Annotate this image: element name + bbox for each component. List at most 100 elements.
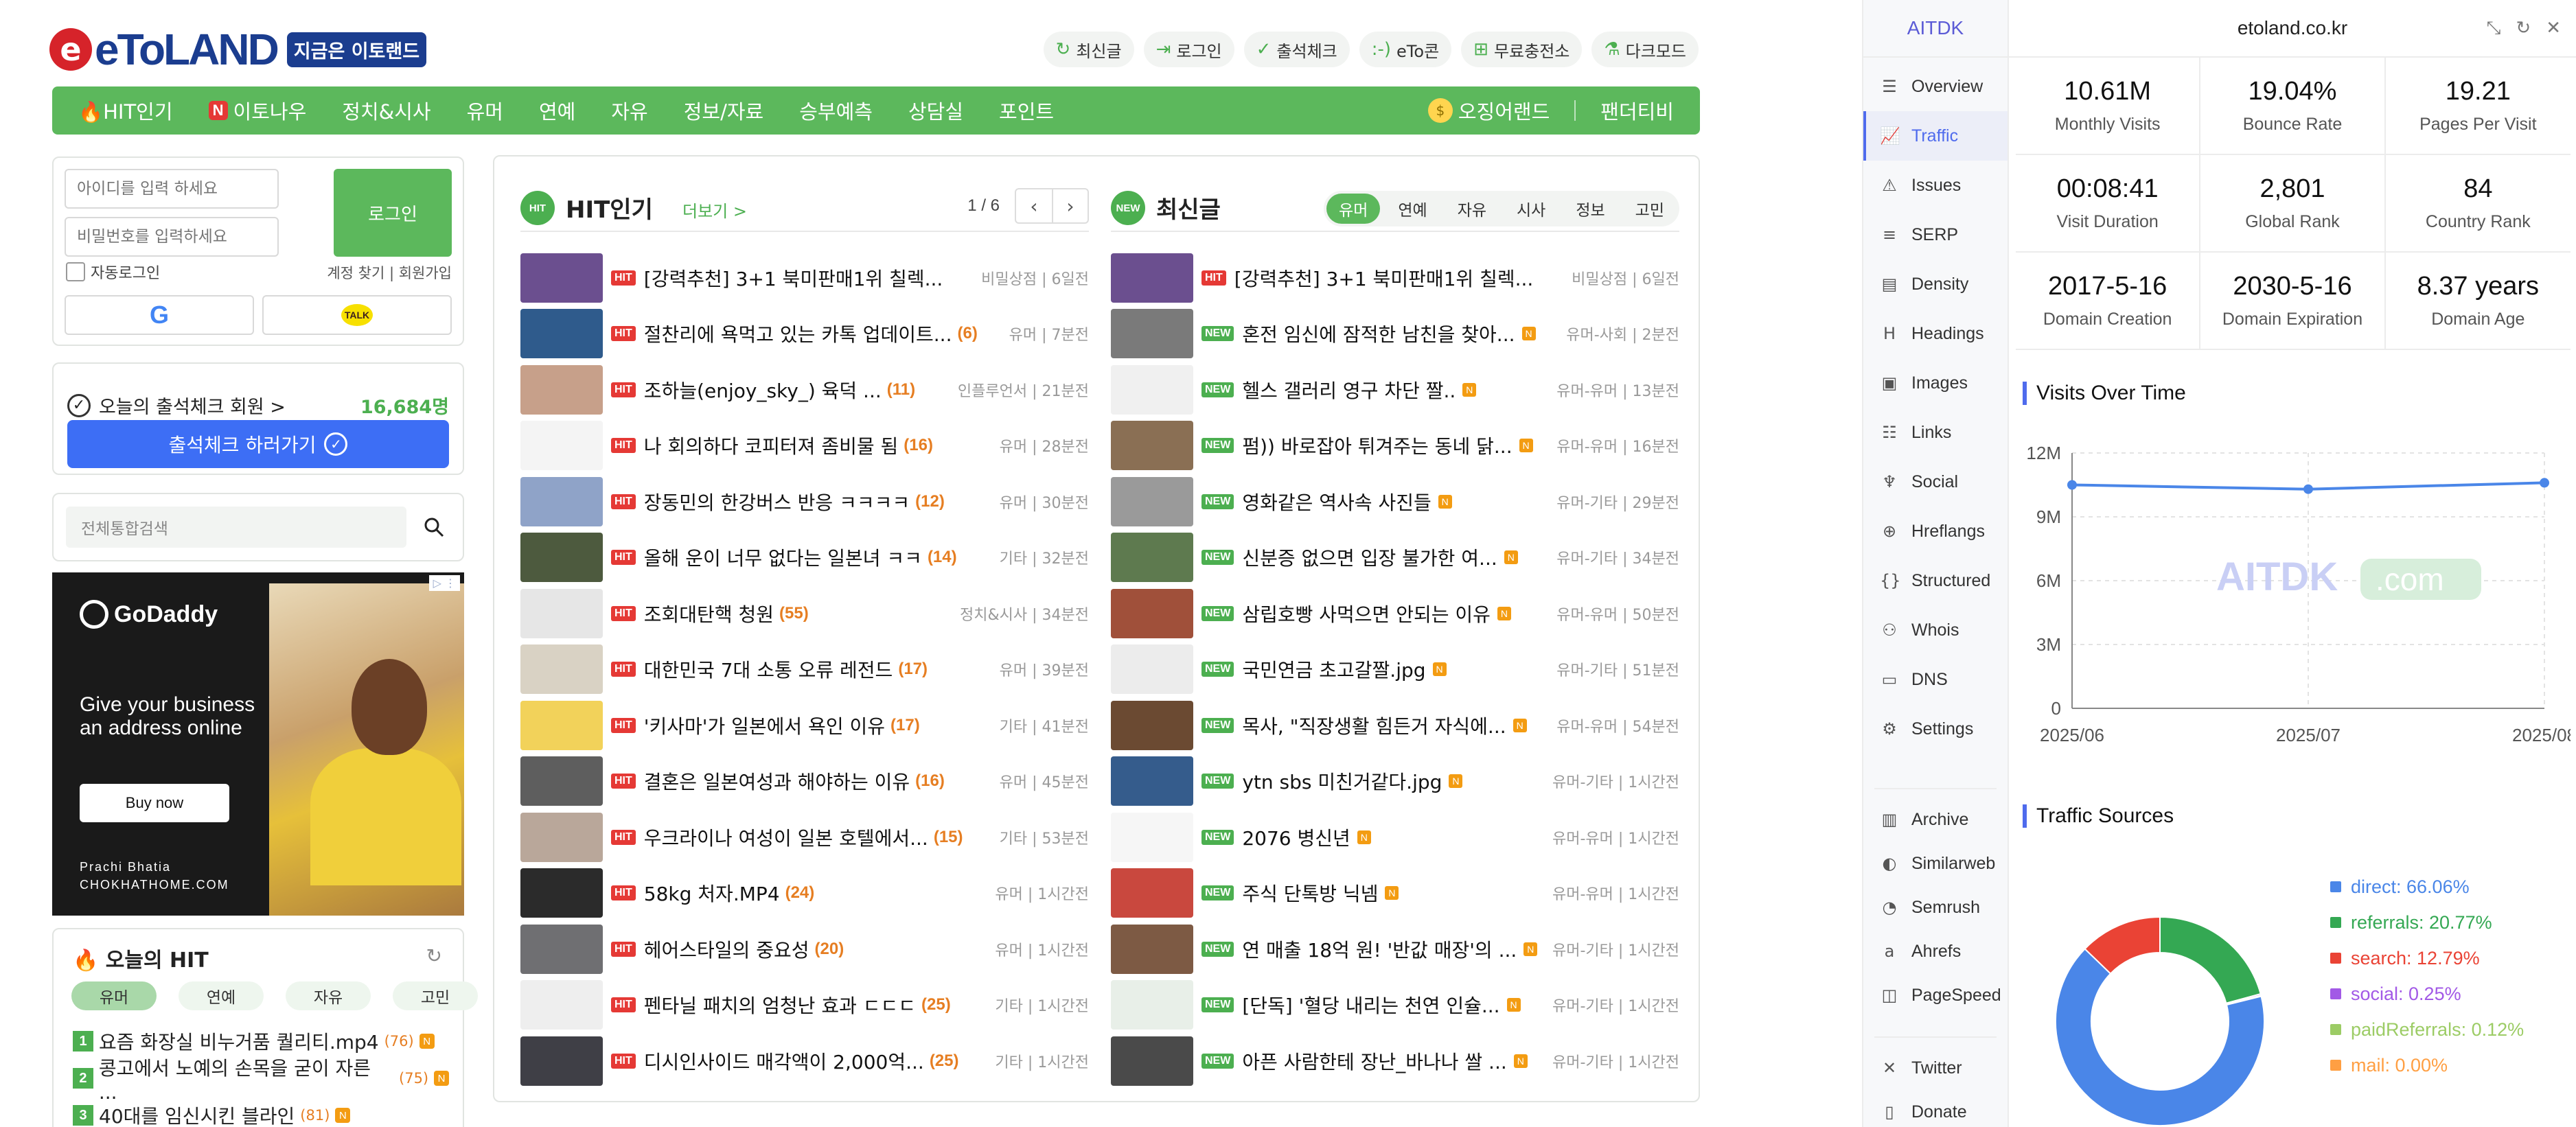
post-row[interactable]: HIT 디시인사이드 매각액이 2,000억... (25) 기타 | 1시간전 <box>520 1033 1089 1089</box>
post-row[interactable]: HIT 조회대탄핵 청원 (55) 정치&시사 | 34분전 <box>520 585 1089 642</box>
hit-more-link[interactable]: 더보기 > <box>682 198 747 222</box>
refresh-icon[interactable]: ↻ <box>426 944 442 967</box>
legend-item-search[interactable]: search: 12.79% <box>2330 940 2524 976</box>
legend-item-mail[interactable]: mail: 0.00% <box>2330 1047 2524 1083</box>
toplink-3[interactable]: :-) eTo콘 <box>1359 32 1452 67</box>
nav-item-4[interactable]: 연예 <box>539 96 575 125</box>
post-row[interactable]: HIT 헤어스타일의 중요성 (20) 유머 | 1시간전 <box>520 921 1089 977</box>
aitdk-menu-serp[interactable]: ≡ SERP <box>1863 210 2008 259</box>
nav-item-6[interactable]: 정보/자료 <box>684 96 764 125</box>
find-account-link[interactable]: 계정 찾기 | 회원가입 <box>327 262 452 283</box>
aitdk-menu-whois[interactable]: ⚇ Whois <box>1863 605 2008 655</box>
latest-tab-2[interactable]: 자유 <box>1445 194 1499 224</box>
aitdk-menu-ahrefs[interactable]: a Ahrefs <box>1863 929 2008 973</box>
site-logo[interactable]: e eToLAND 지금은 이토랜드 <box>49 25 427 74</box>
collapse-icon[interactable]: ⤡ <box>2487 18 2501 39</box>
post-row[interactable]: NEW 아픈 사람한테 장난_바나나 쌀 ... N 유머-기타 | 1시간전 <box>1111 1033 1679 1089</box>
latest-tab-5[interactable]: 고민 <box>1623 194 1677 224</box>
aitdk-menu-donate[interactable]: ▯ Donate <box>1863 1090 2008 1127</box>
nav-item-8[interactable]: 상담실 <box>908 96 963 125</box>
visits-point[interactable] <box>2303 484 2313 494</box>
login-button[interactable]: 로그인 <box>334 169 452 257</box>
aitdk-menu-traffic[interactable]: 📈 Traffic <box>1863 111 2008 161</box>
aitdk-menu-headings[interactable]: H Headings <box>1863 309 2008 358</box>
auto-login-checkbox[interactable]: 자동로그인 <box>66 261 160 283</box>
post-row[interactable]: HIT 우크라이나 여성이 일본 호텔에서... (15) 기타 | 53분전 <box>520 809 1089 865</box>
chevron-right-icon[interactable]: › <box>1052 189 1088 222</box>
post-row[interactable]: HIT 올해 운이 너무 없다는 일본녀 ㅋㅋ (14) 기타 | 32분전 <box>520 530 1089 586</box>
latest-tab-3[interactable]: 시사 <box>1504 194 1558 224</box>
toplink-4[interactable]: ⊞ 무료충전소 <box>1461 32 1583 67</box>
today-hit-item[interactable]: 2 콩고에서 노예의 손목을 굳이 자른 ... (75) N <box>73 1057 449 1104</box>
aitdk-menu-archive[interactable]: ▥ Archive <box>1863 798 2008 841</box>
aitdk-menu-issues[interactable]: ⚠ Issues <box>1863 161 2008 210</box>
aitdk-menu-similarweb[interactable]: ◐ Similarweb <box>1863 841 2008 885</box>
post-row[interactable]: NEW 신분증 없으면 입장 불가한 여... N 유머-기타 | 34분전 <box>1111 530 1679 586</box>
post-row[interactable]: HIT 결혼은 일본여성과 해야하는 이유 (16) 유머 | 45분전 <box>520 754 1089 810</box>
toplink-0[interactable]: ↻ 최신글 <box>1043 32 1134 67</box>
legend-item-direct[interactable]: direct: 66.06% <box>2330 869 2524 905</box>
reload-icon[interactable]: ↻ <box>2516 18 2531 39</box>
post-row[interactable]: NEW 펌)) 바로잡아 튀겨주는 동네 닭... N 유머-유머 | 16분전 <box>1111 418 1679 474</box>
post-row[interactable]: NEW 혼전 임신에 잠적한 남친을 찾아... N 유머-사회 | 2분전 <box>1111 306 1679 362</box>
post-row[interactable]: NEW 영화같은 역사속 사진들 N 유머-기타 | 29분전 <box>1111 474 1679 530</box>
post-row[interactable]: HIT '키사마'가 일본에서 욕인 이유 (17) 기타 | 41분전 <box>520 697 1089 754</box>
password-input[interactable] <box>65 217 279 257</box>
post-row[interactable]: NEW 연 매출 18억 원! '반값 매장'의 ... N 유머-기타 | 1시간전 <box>1111 921 1679 977</box>
aitdk-menu-overview[interactable]: ☰ Overview <box>1863 62 2008 111</box>
aitdk-menu-dns[interactable]: ▭ DNS <box>1863 655 2008 704</box>
aitdk-menu-settings[interactable]: ⚙ Settings <box>1863 704 2008 754</box>
ad-choices-icon[interactable]: ▷ ⋮ <box>428 575 460 591</box>
godaddy-ad[interactable]: GoDaddy Give your business an address onl… <box>52 572 464 916</box>
attendance-button[interactable]: 출석체크 하러가기 ✓ <box>67 420 449 468</box>
ad-buy-button[interactable]: Buy now <box>80 784 229 822</box>
toplink-5[interactable]: ⚗ 다크모드 <box>1591 32 1699 67</box>
nav-item-2[interactable]: 정치&시사 <box>342 96 430 125</box>
latest-tab-4[interactable]: 정보 <box>1563 194 1617 224</box>
latest-tab-0[interactable]: 유머 <box>1326 194 1381 224</box>
post-row[interactable]: HIT 절찬리에 욕먹고 있는 카톡 업데이트... (6) 유머 | 7분전 <box>520 306 1089 362</box>
post-row[interactable]: HIT 58kg 처자.MP4 (24) 유머 | 1시간전 <box>520 865 1089 922</box>
nav-item-9[interactable]: 포인트 <box>999 96 1054 125</box>
post-row[interactable]: HIT 조하늘(enjoy_sky_) 육덕 ... (11) 인플루언서 | 21분… <box>520 362 1089 418</box>
post-row[interactable]: NEW 국민연금 초고갈짤.jpg N 유머-기타 | 51분전 <box>1111 642 1679 698</box>
post-row[interactable]: HIT 펜타닐 패치의 엄청난 효과 ㄷㄷㄷ (25) 기타 | 1시간전 <box>520 977 1089 1034</box>
visits-point[interactable] <box>2540 478 2549 488</box>
nav-item-7[interactable]: 승부예측 <box>799 96 873 125</box>
post-row[interactable]: NEW 2076 병신년 N 유머-유머 | 1시간전 <box>1111 809 1679 865</box>
close-icon[interactable]: ✕ <box>2546 18 2561 39</box>
search-icon[interactable] <box>423 516 445 538</box>
slice-referrals[interactable] <box>2159 916 2262 1004</box>
post-row[interactable]: HIT 장동민의 한강버스 반응 ㅋㅋㅋㅋ (12) 유머 | 30분전 <box>520 474 1089 530</box>
site-search-input[interactable]: 전체통합검색 <box>66 507 406 548</box>
legend-item-social[interactable]: social: 0.25% <box>2330 976 2524 1012</box>
aitdk-menu-social[interactable]: ♆ Social <box>1863 457 2008 507</box>
aitdk-menu-links[interactable]: ☷ Links <box>1863 408 2008 457</box>
legend-item-referrals[interactable]: referrals: 20.77% <box>2330 905 2524 940</box>
post-row[interactable]: HIT 대한민국 7대 소통 오류 레전드 (17) 유머 | 39분전 <box>520 642 1089 698</box>
toplink-1[interactable]: ⇥ 로그인 <box>1143 32 1234 67</box>
post-row[interactable]: HIT [강력추천] 3+1 북미판매1위 칠렉... 비밀상점 | 6일전 <box>520 250 1089 306</box>
post-row[interactable]: NEW 주식 단톡방 닉넴 N 유머-유머 | 1시간전 <box>1111 865 1679 922</box>
today-hit-tab-1[interactable]: 연예 <box>179 981 264 1010</box>
nav-item-0[interactable]: 🔥HIT인기 <box>78 96 173 125</box>
kakao-login-button[interactable]: TALK <box>262 295 452 335</box>
google-login-button[interactable]: G <box>65 295 254 335</box>
attendance-label[interactable]: ✓ 오늘의 출석체크 회원 > <box>67 392 286 419</box>
aitdk-menu-images[interactable]: ▣ Images <box>1863 358 2008 408</box>
post-row[interactable]: NEW [단독] '혈당 내리는 천연 인슐... N 유머-기타 | 1시간전 <box>1111 977 1679 1034</box>
post-row[interactable]: NEW 목사, "직장생활 힘든거 자식에... N 유머-유머 | 54분전 <box>1111 697 1679 754</box>
visits-point[interactable] <box>2067 480 2077 490</box>
today-hit-tab-2[interactable]: 자유 <box>286 981 371 1010</box>
nav-item-5[interactable]: 자유 <box>611 96 647 125</box>
nav-item-1[interactable]: N 이토나우 <box>208 96 306 125</box>
post-row[interactable]: NEW 삼립호빵 사먹으면 안되는 이유 N 유머-유머 | 50분전 <box>1111 585 1679 642</box>
aitdk-menu-semrush[interactable]: ◔ Semrush <box>1863 885 2008 929</box>
nav-item-3[interactable]: 유머 <box>467 96 503 125</box>
aitdk-menu-density[interactable]: ▤ Density <box>1863 259 2008 309</box>
aitdk-menu-pagespeed[interactable]: ◫ PageSpeed <box>1863 973 2008 1017</box>
aitdk-menu-hreflangs[interactable]: ⊕ Hreflangs <box>1863 507 2008 556</box>
aitdk-menu-twitter[interactable]: ✕ Twitter <box>1863 1046 2008 1090</box>
nav-panda-tv[interactable]: 팬더티비 <box>1600 96 1674 125</box>
chevron-left-icon[interactable]: ‹ <box>1016 189 1052 222</box>
